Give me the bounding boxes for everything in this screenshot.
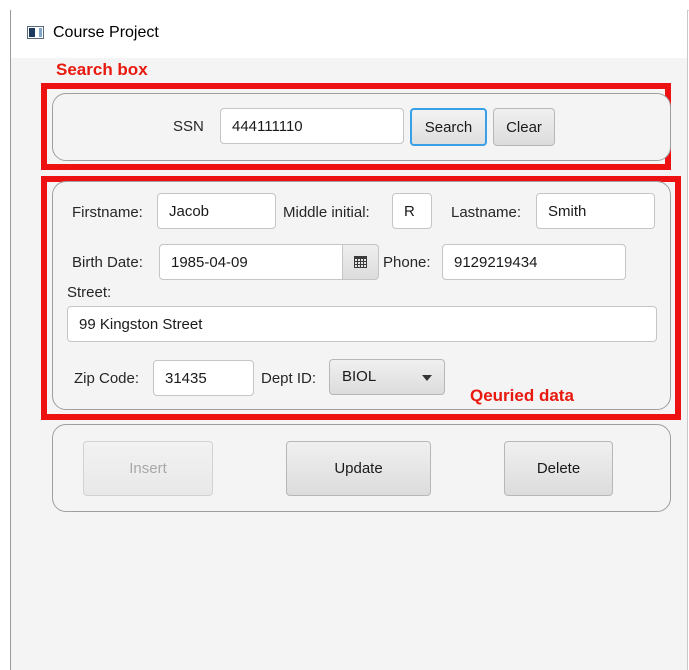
firstname-label: Firstname: xyxy=(72,204,143,221)
dept-id-label: Dept ID: xyxy=(261,370,317,387)
zip-code-input[interactable]: 31435 xyxy=(153,360,254,396)
dept-id-value: BIOL xyxy=(342,368,377,385)
clear-button[interactable]: Clear xyxy=(493,108,555,146)
update-button[interactable]: Update xyxy=(286,441,431,496)
data-group: Firstname: Jacob Middle initial: R Lastn… xyxy=(52,181,671,410)
calendar-icon xyxy=(354,256,367,268)
lastname-label: Lastname: xyxy=(451,204,522,221)
birth-date-input[interactable]: 1985-04-09 xyxy=(159,244,343,280)
phone-label: Phone: xyxy=(383,254,431,271)
phone-input[interactable]: 9129219434 xyxy=(442,244,626,280)
annotation-search-box: Search box xyxy=(56,60,148,79)
firstname-input[interactable]: Jacob xyxy=(157,193,276,229)
window-title: Course Project xyxy=(53,24,159,41)
dept-id-select[interactable]: BIOL xyxy=(329,359,445,395)
chevron-down-icon xyxy=(422,375,432,381)
search-group: SSN 444111110 Search Clear xyxy=(52,93,671,161)
annotation-queried-data: Qeuried data xyxy=(470,386,574,405)
app-icon xyxy=(27,26,44,39)
middle-initial-input[interactable]: R xyxy=(392,193,432,229)
street-label: Street: xyxy=(67,284,112,301)
street-input[interactable]: 99 Kingston Street xyxy=(67,306,657,342)
actions-group: Insert Update Delete xyxy=(52,424,671,512)
ssn-input[interactable]: 444111110 xyxy=(220,108,404,144)
middle-initial-label: Middle initial: xyxy=(283,204,370,221)
insert-button[interactable]: Insert xyxy=(83,441,213,496)
ssn-label: SSN xyxy=(173,118,204,135)
calendar-button[interactable] xyxy=(342,244,379,280)
zip-code-label: Zip Code: xyxy=(74,370,140,387)
delete-button[interactable]: Delete xyxy=(504,441,613,496)
title-bar: Course Project xyxy=(11,10,687,58)
lastname-input[interactable]: Smith xyxy=(536,193,655,229)
search-button[interactable]: Search xyxy=(410,108,487,146)
birth-date-label: Birth Date: xyxy=(72,254,143,271)
